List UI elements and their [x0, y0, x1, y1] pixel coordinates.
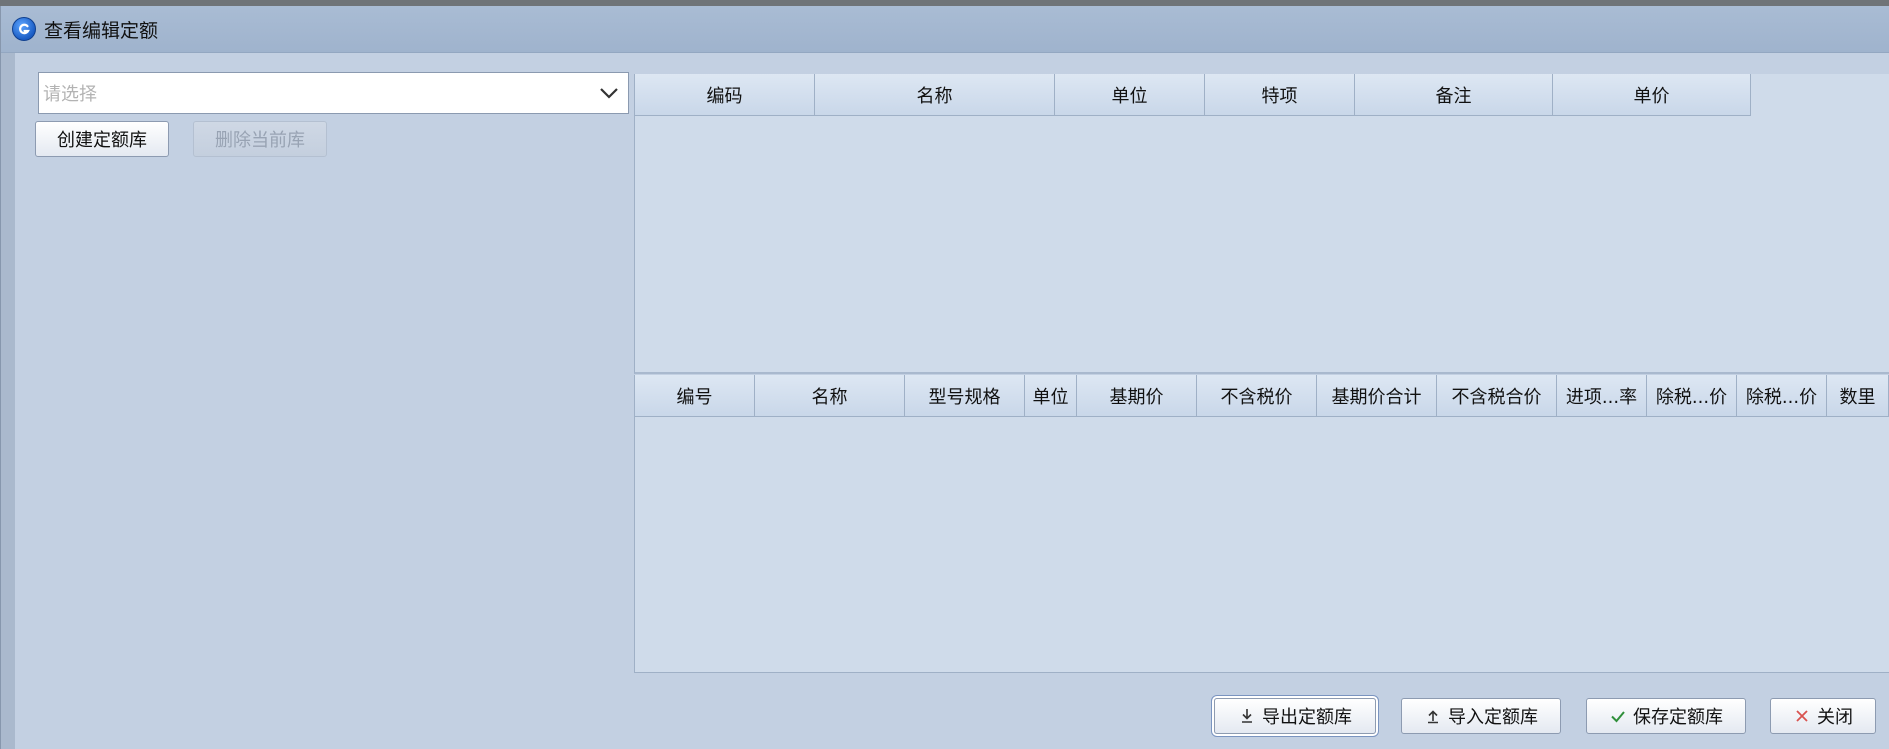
close-icon: [1793, 707, 1811, 725]
column-header[interactable]: 单位: [1025, 375, 1077, 417]
column-header[interactable]: 单位: [1055, 74, 1205, 116]
export-library-button[interactable]: 导出定额库: [1214, 698, 1376, 734]
quota-table-header: 编码 名称 单位 特项 备注 单价: [635, 74, 1889, 116]
upload-icon: [1424, 707, 1442, 725]
export-library-label: 导出定额库: [1262, 707, 1352, 728]
column-header[interactable]: 除税...价: [1737, 375, 1827, 417]
header-filler: [1751, 74, 1889, 116]
resource-table: 编号 名称 型号规格 单位 基期价 不含税价 基期价合计 不含税合价 进项...率 除税...价除…: [634, 375, 1889, 673]
column-header[interactable]: 进项...率: [1557, 375, 1647, 417]
column-header[interactable]: 数里: [1827, 375, 1889, 417]
column-header[interactable]: 备注: [1355, 74, 1553, 116]
column-header[interactable]: 名称: [815, 74, 1055, 116]
column-header[interactable]: 名称: [755, 375, 905, 417]
close-label: 关闭: [1817, 707, 1853, 728]
column-header[interactable]: 编号: [635, 375, 755, 417]
quota-library-select[interactable]: 请选择: [38, 72, 629, 114]
left-gutter: [1, 53, 15, 749]
create-library-button[interactable]: 创建定额库: [35, 121, 169, 157]
close-button[interactable]: 关闭: [1770, 698, 1876, 734]
delete-library-button[interactable]: 删除当前库: [193, 121, 327, 157]
download-icon: [1238, 707, 1256, 725]
import-library-label: 导入定额库: [1448, 707, 1538, 728]
dialog-title: 查看编辑定额: [44, 19, 159, 42]
column-header[interactable]: 不含税合价: [1437, 375, 1557, 417]
column-header[interactable]: 单价: [1553, 74, 1751, 116]
edit-quota-dialog: 查看编辑定额 请选择 创建定额库 删除当前库 编码 名称 单位 特项 备注 单价 编号 名称…: [0, 6, 1889, 749]
import-library-button[interactable]: 导入定额库: [1401, 698, 1561, 734]
column-header[interactable]: 特项: [1205, 74, 1355, 116]
check-icon: [1609, 707, 1627, 725]
select-placeholder: 请选择: [43, 84, 97, 105]
resource-table-header: 编号 名称 型号规格 单位 基期价 不含税价 基期价合计 不含税合价 进项...率 除税...价除…: [635, 375, 1889, 417]
column-header[interactable]: 基期价: [1077, 375, 1197, 417]
column-header[interactable]: 基期价合计: [1317, 375, 1437, 417]
chevron-down-icon[interactable]: [596, 80, 622, 106]
app-logo-icon: [12, 17, 36, 41]
dialog-titlebar[interactable]: 查看编辑定额: [1, 6, 1889, 53]
quota-table: 编码 名称 单位 特项 备注 单价: [634, 74, 1889, 374]
column-header[interactable]: 不含税价: [1197, 375, 1317, 417]
column-header[interactable]: 除税...价: [1647, 375, 1737, 417]
save-library-button[interactable]: 保存定额库: [1586, 698, 1746, 734]
save-library-label: 保存定额库: [1633, 707, 1723, 728]
column-header[interactable]: 编码: [635, 74, 815, 116]
column-header[interactable]: 型号规格: [905, 375, 1025, 417]
